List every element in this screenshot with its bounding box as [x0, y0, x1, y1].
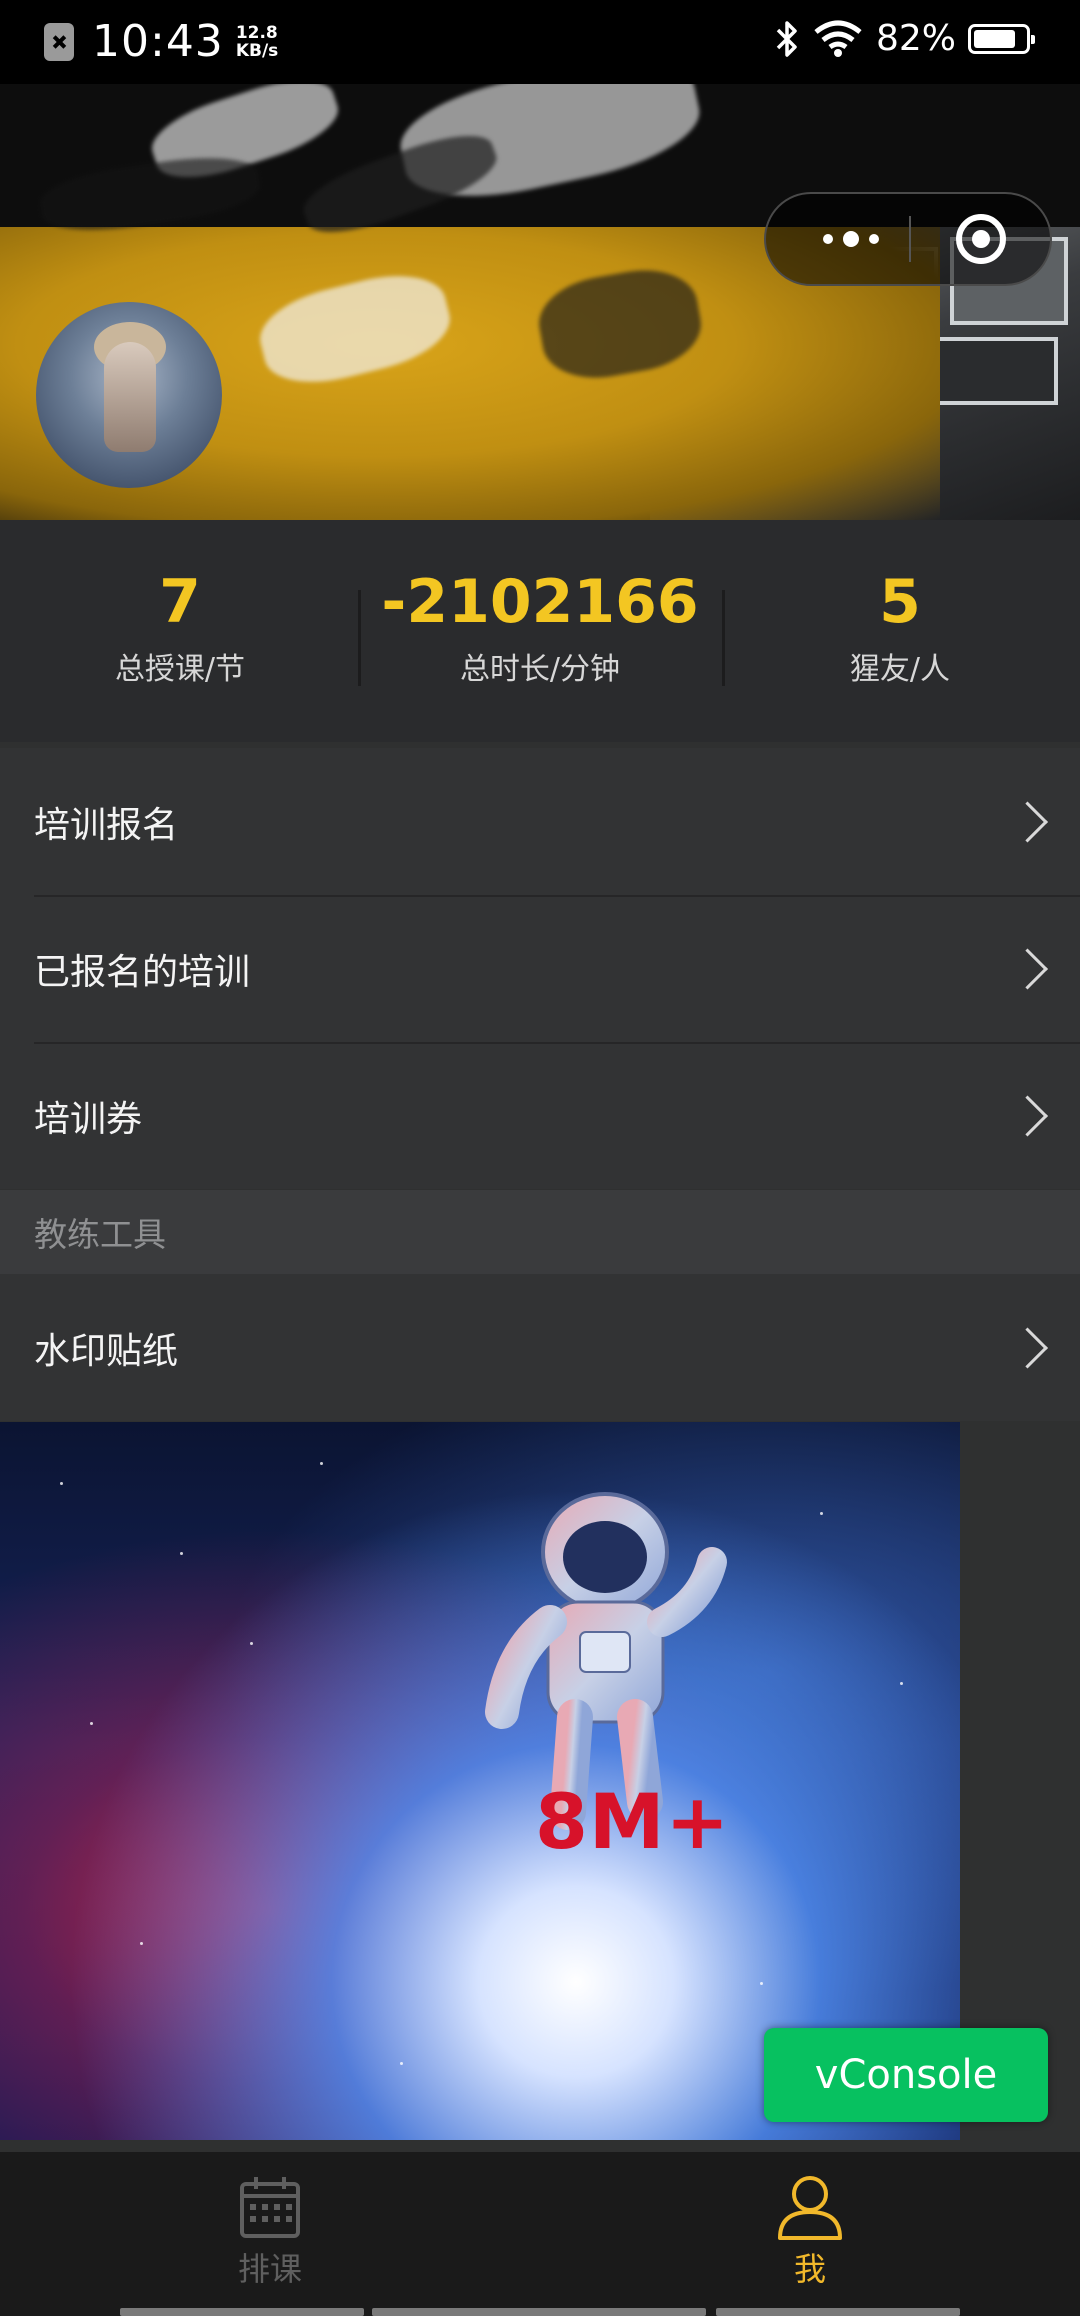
menu-item-label: 已报名的培训: [34, 951, 251, 993]
status-bar: 10:43 12.8 KB/s 82%: [0, 0, 1080, 84]
capsule-divider: [909, 216, 911, 262]
stat-value: 7: [159, 567, 201, 637]
home-indicator: [120, 2308, 364, 2316]
home-indicator: [372, 2308, 706, 2316]
network-speed-value: 12.8: [235, 22, 278, 43]
tab-schedule[interactable]: 排课: [0, 2152, 540, 2316]
menu-item-watermark-sticker[interactable]: 水印贴纸: [0, 1274, 1080, 1421]
network-speed: 12.8 KB/s: [236, 24, 278, 60]
profile-screen: 10:43 12.8 KB/s 82% 7 总授课/节 -2102166 总时长…: [0, 0, 1080, 2316]
network-speed-unit: KB/s: [235, 40, 279, 61]
chevron-right-icon: [1006, 800, 1049, 843]
user-avatar[interactable]: [36, 302, 222, 488]
menu-item-label: 水印贴纸: [34, 1330, 179, 1372]
menu-item-label: 培训报名: [34, 804, 179, 846]
menu-list: 培训报名 已报名的培训 培训券: [0, 748, 1080, 1189]
battery-percent: 82%: [875, 18, 956, 59]
more-dots-icon[interactable]: [796, 194, 906, 284]
vconsole-label: vConsole: [814, 2052, 998, 2098]
stat-value: 5: [879, 567, 921, 637]
stat-label: 猩友/人: [849, 652, 951, 687]
profile-cover: [0, 84, 1080, 520]
battery-fill: [974, 29, 1015, 48]
menu-item-registered-training[interactable]: 已报名的培训: [0, 895, 1080, 1042]
person-icon: [778, 2176, 842, 2240]
vconsole-button[interactable]: vConsole: [764, 2028, 1048, 2122]
battery-icon: [968, 23, 1035, 54]
status-right: 82%: [774, 18, 1035, 59]
chevron-right-icon: [1006, 947, 1049, 990]
section-header-coach-tools: 教练工具: [0, 1190, 1080, 1274]
stat-label: 总时长/分钟: [459, 652, 621, 687]
tab-me[interactable]: 我: [540, 2152, 1080, 2316]
tab-label: 我: [793, 2250, 826, 2288]
stat-total-lessons: 7 总授课/节: [0, 520, 360, 742]
miniprogram-capsule: [764, 192, 1052, 286]
stat-value: -2102166: [381, 567, 699, 637]
menu-item-training-signup[interactable]: 培训报名: [0, 748, 1080, 895]
wifi-icon: [814, 20, 862, 57]
stat-label: 总授课/节: [114, 652, 246, 687]
tab-label: 排课: [237, 2250, 302, 2288]
stat-friends: 5 猩友/人: [720, 520, 1080, 742]
calendar-icon: [240, 2177, 300, 2238]
bottom-tab-bar: 排课 我: [0, 2152, 1080, 2316]
section-title: 教练工具: [34, 1215, 166, 1254]
target-circle-icon[interactable]: [956, 214, 1006, 264]
menu-item-label: 培训券: [34, 1098, 143, 1140]
menu-item-training-voucher[interactable]: 培训券: [0, 1042, 1080, 1189]
tool-menu-list: 水印贴纸: [0, 1274, 1080, 1421]
bluetooth-icon: [776, 20, 797, 57]
stats-row: 7 总授课/节 -2102166 总时长/分钟 5 猩友/人: [0, 520, 1080, 742]
chevron-right-icon: [1006, 1326, 1049, 1369]
stat-total-duration: -2102166 总时长/分钟: [360, 520, 720, 742]
status-time: 10:43: [92, 16, 224, 67]
chevron-right-icon: [1006, 1094, 1049, 1137]
promo-text: 8M+: [535, 1777, 731, 1866]
no-sim-icon: [44, 22, 74, 61]
status-left: 10:43 12.8 KB/s: [44, 16, 278, 67]
home-indicator: [716, 2308, 960, 2316]
